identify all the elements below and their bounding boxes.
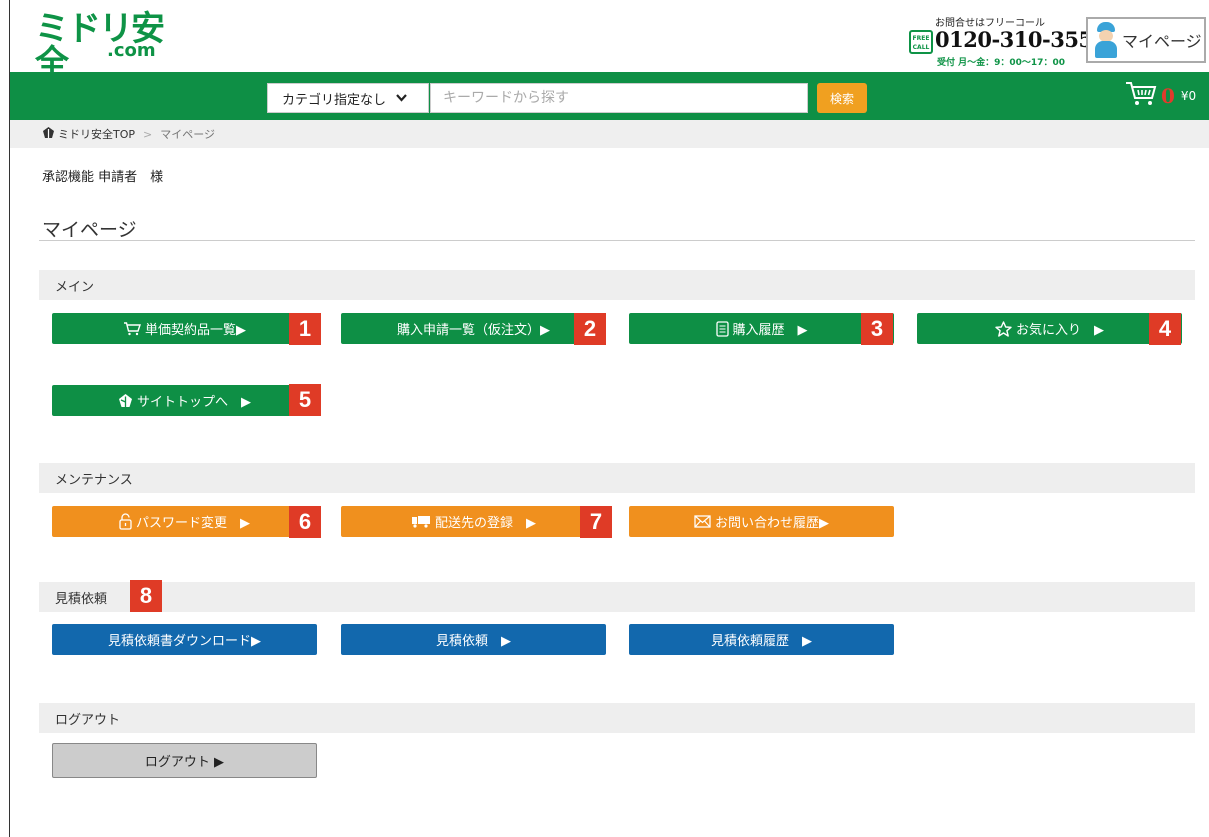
purchase-history-button-label: 購入履歴 ▶ [732, 323, 808, 338]
purchase-requests-button[interactable]: 購入申請一覧（仮注文）▶ [341, 313, 606, 344]
page-frame: ミドリ安全 .com お問合せはフリーコール FREE CALL 0120-31… [9, 0, 1209, 837]
logo-sub-text: .com [107, 40, 156, 61]
keyword-search-input[interactable] [430, 83, 808, 113]
logout-button-label: ログアウト ▶ [144, 755, 225, 770]
change-password-button-label: パスワード変更 ▶ [136, 516, 250, 531]
lock-icon [119, 513, 132, 530]
breadcrumb-current: マイページ [160, 128, 216, 141]
home-icon [42, 126, 55, 142]
category-select-label: カテゴリ指定なし [282, 92, 387, 108]
star-icon [995, 320, 1012, 337]
section-heading-logout: ログアウト [39, 703, 1195, 733]
section-heading-estimate-label: 見積依頼 [55, 591, 108, 607]
callout-badge-5: 5 [289, 384, 321, 416]
cart-icon [1125, 81, 1157, 111]
section-heading-main-label: メイン [55, 279, 95, 295]
home-icon [118, 393, 133, 408]
breadcrumb: ミドリ安全TOP > マイページ [10, 120, 1209, 148]
estimate-request-button-label: 見積依頼 ▶ [436, 634, 511, 649]
tel-hours: 受付 月〜金：9：00〜17：00 [937, 58, 1065, 68]
site-top-button[interactable]: サイトトップへ ▶ [52, 385, 317, 416]
inquiry-history-button-label: お問い合わせ履歴▶ [715, 516, 829, 531]
inquiry-history-button[interactable]: お問い合わせ履歴▶ [629, 506, 894, 537]
cart-icon [123, 321, 141, 336]
section-heading-maintenance: メンテナンス [39, 463, 1195, 493]
cart-link[interactable]: 0 ¥0 [1125, 81, 1196, 111]
page-title: マイページ [42, 219, 137, 241]
cart-price: ¥0 [1180, 89, 1197, 103]
chevron-down-icon [396, 91, 407, 105]
category-select[interactable]: カテゴリ指定なし [267, 83, 429, 113]
section-heading-maintenance-label: メンテナンス [55, 472, 133, 488]
logout-button[interactable]: ログアウト ▶ [52, 743, 317, 778]
title-divider [39, 240, 1195, 241]
estimate-form-download-button-label: 見積依頼書ダウンロード▶ [108, 634, 261, 649]
breadcrumb-home-link[interactable]: ミドリ安全TOP [58, 126, 135, 142]
contract-items-button-label: 単価契約品一覧▶ [145, 323, 246, 338]
section-heading-estimate: 見積依頼 [39, 582, 1195, 612]
breadcrumb-separator: > [143, 127, 153, 141]
free-call-icon: FREE CALL [909, 30, 933, 54]
estimate-history-button[interactable]: 見積依頼履歴 ▶ [629, 624, 894, 655]
callout-badge-8: 8 [130, 580, 162, 612]
purchase-requests-button-label: 購入申請一覧（仮注文）▶ [397, 323, 550, 338]
callout-badge-4: 4 [1149, 313, 1181, 345]
section-heading-logout-label: ログアウト [55, 712, 121, 728]
section-heading-main: メイン [39, 270, 1195, 300]
user-greeting: 承認機能 申請者 様 [42, 170, 164, 185]
register-shipping-button[interactable]: 配送先の登録 ▶ [341, 506, 606, 537]
document-icon [715, 320, 729, 337]
free-call-info: お問合せはフリーコール FREE CALL 0120-310-355 受付 月〜… [909, 14, 1093, 68]
callout-badge-2: 2 [574, 313, 606, 345]
contract-items-button[interactable]: 単価契約品一覧▶ [52, 313, 317, 344]
truck-icon [411, 515, 431, 528]
site-logo[interactable]: ミドリ安全 .com [35, 12, 175, 80]
estimate-history-button-label: 見積依頼履歴 ▶ [711, 634, 812, 649]
register-shipping-button-label: 配送先の登録 ▶ [435, 516, 536, 531]
tel-number: 0120-310-355 [935, 27, 1093, 52]
mail-icon [694, 515, 711, 528]
callout-badge-6: 6 [289, 506, 321, 538]
favorites-button[interactable]: お気に入り ▶ [917, 313, 1182, 344]
mypage-button[interactable]: マイページ [1086, 17, 1206, 63]
search-bar: カテゴリ指定なし 検索 0 ¥0 [10, 72, 1209, 120]
callout-badge-3: 3 [861, 313, 893, 345]
estimate-request-button[interactable]: 見積依頼 ▶ [341, 624, 606, 655]
search-button[interactable]: 検索 [817, 83, 867, 113]
estimate-form-download-button[interactable]: 見積依頼書ダウンロード▶ [52, 624, 317, 655]
staff-avatar-icon [1094, 22, 1118, 58]
callout-badge-1: 1 [289, 313, 321, 345]
change-password-button[interactable]: パスワード変更 ▶ [52, 506, 317, 537]
site-top-button-label: サイトトップへ ▶ [137, 395, 251, 410]
callout-badge-7: 7 [580, 506, 612, 538]
purchase-history-button[interactable]: 購入履歴 ▶ [629, 313, 894, 344]
mypage-button-label: マイページ [1122, 32, 1202, 51]
site-header: ミドリ安全 .com お問合せはフリーコール FREE CALL 0120-31… [10, 0, 1209, 80]
cart-count: 0 [1161, 84, 1175, 108]
favorites-button-label: お気に入り ▶ [1016, 323, 1104, 338]
